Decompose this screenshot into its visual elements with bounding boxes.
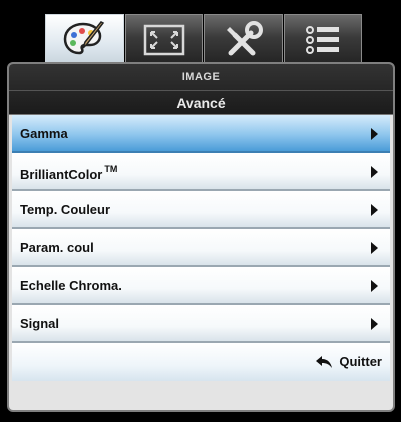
menu-item-label: Param. coul [20, 240, 94, 255]
menu-item-color-space[interactable]: Echelle Chroma. [12, 267, 390, 305]
chevron-right-icon [371, 318, 378, 330]
menu-footer: Quitter [12, 343, 390, 381]
tools-icon [227, 21, 264, 56]
menu-list: Gamma BrilliantColor TM Temp. Couleur Par… [9, 115, 393, 343]
chevron-right-icon [371, 204, 378, 216]
exit-button[interactable]: Quitter [315, 354, 382, 369]
menu-tabs [45, 14, 363, 65]
tab-setup[interactable] [204, 14, 283, 65]
menu-item-color-temp[interactable]: Temp. Couleur [12, 191, 390, 229]
chevron-right-icon [371, 166, 378, 178]
menu-item-label: Temp. Couleur [20, 202, 111, 217]
menu-item-gamma[interactable]: Gamma [12, 115, 390, 153]
chevron-right-icon [371, 280, 378, 292]
exit-label: Quitter [339, 354, 382, 369]
tab-image[interactable] [45, 14, 124, 65]
menu-item-brilliantcolor[interactable]: BrilliantColor TM [12, 153, 390, 191]
menu-item-signal[interactable]: Signal [12, 305, 390, 343]
menu-item-label: Signal [20, 316, 60, 331]
page-title: Avancé [9, 90, 393, 115]
trademark-mark: TM [104, 164, 118, 174]
menu-item-label: BrilliantColor TM [20, 164, 117, 182]
chevron-right-icon [371, 128, 378, 140]
chevron-right-icon [371, 242, 378, 254]
list-icon [305, 26, 339, 54]
menu-item-label-text: BrilliantColor [20, 167, 103, 182]
fullscreen-icon [143, 24, 184, 56]
return-arrow-icon [316, 355, 333, 368]
tab-display[interactable] [124, 14, 203, 65]
menu-item-label: Gamma [20, 126, 68, 141]
menu-item-color-settings[interactable]: Param. coul [12, 229, 390, 267]
osd-menu-panel: IMAGE Avancé Gamma BrilliantColor TM Temp… [7, 62, 395, 412]
palette-icon [63, 21, 105, 55]
section-title: IMAGE [181, 71, 221, 83]
menu-header: IMAGE Avancé [9, 64, 393, 115]
menu-item-label: Echelle Chroma. [20, 278, 122, 293]
tab-options[interactable] [283, 14, 362, 65]
